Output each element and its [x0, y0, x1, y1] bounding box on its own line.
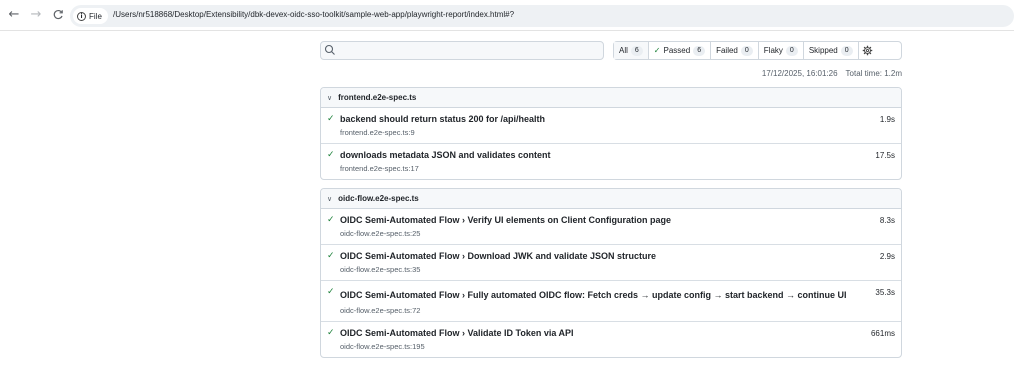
report-header: All 6 ✓ Passed 6 Failed 0 Flaky 0 Skippe…: [320, 41, 902, 78]
status-filters: All 6 ✓ Passed 6 Failed 0 Flaky 0 Skippe…: [613, 41, 902, 60]
test-title[interactable]: OIDC Semi-Automated Flow › Validate ID T…: [340, 327, 901, 340]
file-group: ∨ oidc-flow.e2e-spec.ts ✓ OIDC Semi-Auto…: [320, 188, 902, 358]
filter-flaky[interactable]: Flaky 0: [759, 42, 804, 59]
filter-label: Passed: [663, 46, 691, 55]
test-duration: 17.5s: [875, 151, 895, 160]
total-time: Total time: 1.2m: [845, 69, 902, 78]
check-icon: ✓: [327, 251, 335, 261]
test-location: frontend.e2e-spec.ts:9: [340, 128, 415, 137]
test-location: frontend.e2e-spec.ts:17: [340, 164, 419, 173]
test-duration: 661ms: [870, 329, 895, 338]
test-row[interactable]: ✓ OIDC Semi-Automated Flow › Fully autom…: [321, 281, 901, 322]
filter-passed[interactable]: ✓ Passed 6: [649, 42, 712, 59]
site-info-chip[interactable]: i File: [73, 8, 108, 24]
test-title[interactable]: downloads metadata JSON and validates co…: [340, 149, 901, 162]
url-text[interactable]: /Users/nr518868/Desktop/Extensibility/db…: [113, 10, 514, 19]
check-icon: ✓: [327, 287, 335, 297]
arrow-left-icon[interactable]: ←: [6, 7, 22, 23]
filter-skipped[interactable]: Skipped 0: [804, 42, 859, 59]
browser-toolbar: ← → i File /Users/nr518868/Desktop/Exten…: [0, 0, 1014, 31]
reload-icon[interactable]: [50, 7, 66, 23]
site-info-label: File: [89, 11, 102, 21]
info-icon: i: [77, 11, 86, 21]
address-bar[interactable]: i File /Users/nr518868/Desktop/Extensibi…: [70, 5, 1014, 27]
file-header[interactable]: ∨ oidc-flow.e2e-spec.ts: [321, 189, 901, 209]
gear-icon: [862, 45, 873, 56]
check-icon: ✓: [327, 150, 335, 160]
test-duration: 1.9s: [879, 115, 895, 124]
test-location: oidc-flow.e2e-spec.ts:35: [340, 265, 421, 274]
filter-count: 0: [840, 45, 853, 56]
filter-label: Skipped: [808, 46, 838, 55]
file-name: frontend.e2e-spec.ts: [338, 93, 417, 102]
check-icon: ✓: [653, 46, 661, 55]
test-row[interactable]: ✓ downloads metadata JSON and validates …: [321, 144, 901, 179]
file-name: oidc-flow.e2e-spec.ts: [338, 194, 419, 203]
test-location: oidc-flow.e2e-spec.ts:72: [340, 306, 421, 315]
chevron-down-icon: ∨: [327, 93, 333, 102]
test-row[interactable]: ✓ OIDC Semi-Automated Flow › Validate ID…: [321, 322, 901, 357]
arrow-right-icon[interactable]: →: [28, 7, 44, 23]
report: All 6 ✓ Passed 6 Failed 0 Flaky 0 Skippe…: [320, 41, 902, 358]
test-title[interactable]: backend should return status 200 for /ap…: [340, 113, 901, 126]
filter-count: 6: [693, 45, 706, 56]
check-icon: ✓: [327, 215, 335, 225]
check-icon: ✓: [327, 328, 335, 338]
test-duration: 35.3s: [875, 288, 895, 297]
file-header[interactable]: ∨ frontend.e2e-spec.ts: [321, 88, 901, 108]
search-input[interactable]: [320, 41, 604, 60]
test-row[interactable]: ✓ OIDC Semi-Automated Flow › Verify UI e…: [321, 209, 901, 245]
run-timestamp: 17/12/2025, 16:01:26: [761, 69, 838, 78]
test-title[interactable]: OIDC Semi-Automated Flow › Verify UI ele…: [340, 214, 901, 227]
test-location: oidc-flow.e2e-spec.ts:25: [340, 229, 421, 238]
test-row[interactable]: ✓ backend should return status 200 for /…: [321, 108, 901, 144]
settings-button[interactable]: [859, 42, 877, 59]
filter-label: Failed: [716, 46, 738, 55]
chevron-down-icon: ∨: [327, 194, 333, 203]
filter-count: 0: [740, 45, 753, 56]
test-row[interactable]: ✓ OIDC Semi-Automated Flow › Download JW…: [321, 245, 901, 281]
filter-count: 6: [630, 45, 643, 56]
run-meta: 17/12/2025, 16:01:26 Total time: 1.2m: [762, 69, 902, 78]
test-duration: 2.9s: [879, 252, 895, 261]
test-duration: 8.3s: [879, 216, 895, 225]
test-title[interactable]: OIDC Semi-Automated Flow › Fully automat…: [340, 286, 901, 304]
filter-count: 0: [785, 45, 798, 56]
check-icon: ✓: [327, 114, 335, 124]
filter-failed[interactable]: Failed 0: [711, 42, 759, 59]
test-title[interactable]: OIDC Semi-Automated Flow › Download JWK …: [340, 250, 901, 263]
test-location: oidc-flow.e2e-spec.ts:195: [340, 342, 425, 351]
file-group: ∨ frontend.e2e-spec.ts ✓ backend should …: [320, 87, 902, 180]
filter-label: All: [619, 46, 628, 55]
filter-label: Flaky: [763, 46, 783, 55]
filter-all[interactable]: All 6: [614, 42, 649, 59]
search-icon: [324, 44, 335, 55]
